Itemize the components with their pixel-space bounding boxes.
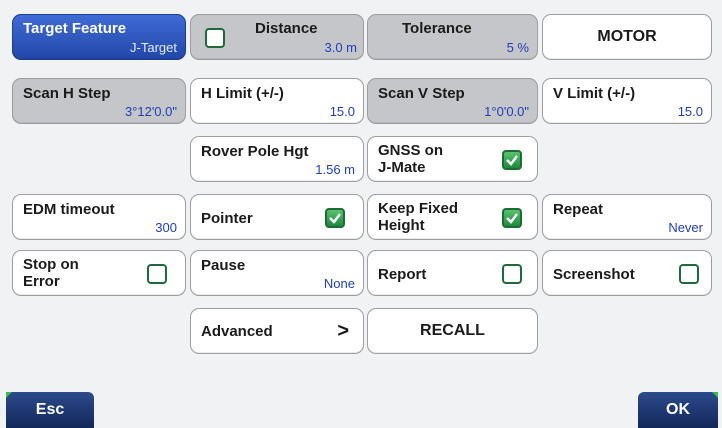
stop-on-error-label-line1: Stop on	[23, 256, 79, 273]
pointer-toggle[interactable]: Pointer	[190, 194, 364, 240]
motor-label: MOTOR	[597, 28, 657, 45]
rover-pole-hgt-label: Rover Pole Hgt	[201, 143, 309, 160]
green-corner-indicator	[6, 392, 12, 398]
recall-button[interactable]: RECALL	[367, 308, 538, 354]
report-toggle[interactable]: Report	[367, 250, 538, 296]
stop-on-error-toggle[interactable]: Stop on Error	[12, 250, 186, 296]
v-limit-value: 15.0	[677, 104, 703, 119]
scan-h-step-label: Scan H Step	[23, 85, 111, 102]
h-limit-label: H Limit (+/-)	[201, 85, 284, 102]
rover-pole-hgt-field[interactable]: Rover Pole Hgt 1.56 m	[190, 136, 364, 182]
scan-h-step-field[interactable]: Scan H Step 3°12'0.0"	[12, 78, 186, 124]
distance-field[interactable]: Distance 3.0 m	[190, 14, 364, 60]
keep-fixed-height-label-line2: Height	[378, 217, 425, 234]
pointer-checkbox[interactable]	[325, 208, 345, 228]
ok-softkey[interactable]: OK	[638, 392, 718, 428]
screenshot-checkbox[interactable]	[679, 264, 699, 284]
pause-field[interactable]: Pause None	[190, 250, 364, 296]
advanced-button[interactable]: Advanced >	[190, 308, 364, 354]
gnss-jmate-label-line2: J-Mate	[378, 159, 426, 176]
h-limit-value: 15.0	[329, 104, 355, 119]
pause-value: None	[323, 276, 355, 291]
distance-label: Distance	[255, 20, 318, 37]
esc-label: Esc	[35, 401, 65, 418]
stop-on-error-label-line2: Error	[23, 273, 60, 290]
tolerance-value: 5 %	[506, 40, 529, 55]
target-feature-button[interactable]: Target Feature J-Target	[12, 14, 186, 60]
repeat-value: Never	[668, 220, 703, 235]
keep-fixed-height-label-line1: Keep Fixed	[378, 200, 459, 217]
distance-value: 3.0 m	[324, 40, 357, 55]
target-feature-value: J-Target	[130, 40, 177, 55]
scan-h-step-value: 3°12'0.0"	[124, 104, 177, 119]
pointer-label: Pointer	[201, 210, 253, 227]
edm-timeout-field[interactable]: EDM timeout 300	[12, 194, 186, 240]
scan-v-step-value: 1°0'0.0"	[484, 104, 529, 119]
esc-softkey[interactable]: Esc	[6, 392, 94, 428]
stop-on-error-checkbox[interactable]	[147, 264, 167, 284]
repeat-field[interactable]: Repeat Never	[542, 194, 712, 240]
repeat-label: Repeat	[553, 201, 604, 218]
gnss-jmate-checkbox[interactable]	[502, 150, 522, 170]
ok-label: OK	[666, 401, 690, 418]
report-checkbox[interactable]	[502, 264, 522, 284]
edm-timeout-value: 300	[155, 220, 177, 235]
gnss-jmate-label-line1: GNSS on	[378, 142, 444, 159]
checkmark-icon	[506, 155, 518, 166]
screenshot-label: Screenshot	[553, 266, 635, 283]
motor-button[interactable]: MOTOR	[542, 14, 712, 60]
pause-label: Pause	[201, 257, 246, 274]
gnss-jmate-toggle[interactable]: GNSS on J-Mate	[367, 136, 538, 182]
v-limit-field[interactable]: V Limit (+/-) 15.0	[542, 78, 712, 124]
h-limit-field[interactable]: H Limit (+/-) 15.0	[190, 78, 364, 124]
recall-label: RECALL	[420, 322, 485, 339]
keep-fixed-height-checkbox[interactable]	[502, 208, 522, 228]
target-feature-label: Target Feature	[23, 20, 127, 37]
advanced-label: Advanced	[201, 323, 273, 340]
distance-checkbox[interactable]	[205, 28, 225, 48]
checkmark-icon	[506, 213, 518, 224]
keep-fixed-height-toggle[interactable]: Keep Fixed Height	[367, 194, 538, 240]
v-limit-label: V Limit (+/-)	[553, 85, 636, 102]
chevron-right-icon: >	[337, 320, 349, 342]
report-label: Report	[378, 266, 427, 283]
rover-pole-hgt-value: 1.56 m	[315, 162, 355, 177]
green-corner-indicator	[712, 392, 718, 398]
screenshot-toggle[interactable]: Screenshot	[542, 250, 712, 296]
tolerance-label: Tolerance	[402, 20, 472, 37]
tolerance-field[interactable]: Tolerance 5 %	[367, 14, 538, 60]
checkmark-icon	[329, 213, 341, 224]
edm-timeout-label: EDM timeout	[23, 201, 115, 218]
scan-v-step-field[interactable]: Scan V Step 1°0'0.0"	[367, 78, 538, 124]
scan-v-step-label: Scan V Step	[378, 85, 465, 102]
